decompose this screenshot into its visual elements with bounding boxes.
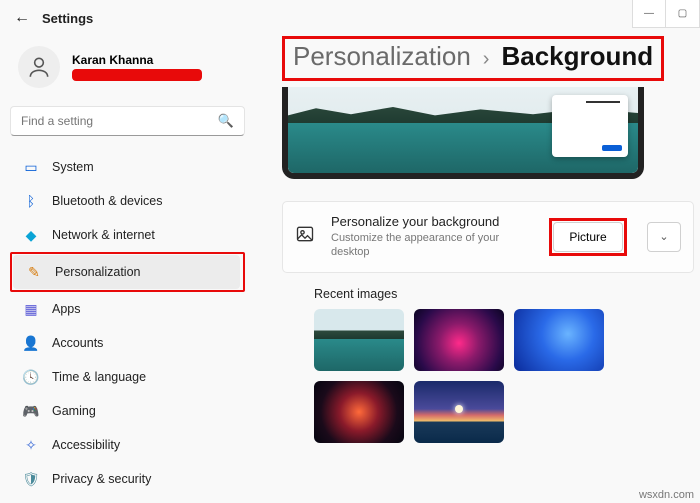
recent-image-4[interactable] [314,381,404,443]
recent-image-5[interactable] [414,381,504,443]
bluetooth-icon: ᛒ [22,192,40,210]
expand-button[interactable]: ⌄ [647,222,681,252]
search-box[interactable]: 🔍 [10,106,245,136]
search-icon: 🔍 [218,113,234,129]
brush-icon: ✎ [25,263,43,281]
nav-system[interactable]: ▭System [10,150,255,184]
user-email-redacted [72,69,202,81]
highlight-breadcrumb: Personalization › Background [282,36,664,81]
back-button[interactable]: ← [8,9,36,27]
nav-apps[interactable]: ▦Apps [10,292,255,326]
nav-privacy[interactable]: 🛡Privacy & security [10,462,255,496]
window-controls: — ▢ [632,0,700,28]
picture-icon [295,224,317,249]
setting-subtitle: Customize the appearance of your desktop [331,231,535,260]
highlight-picture: Picture [549,218,627,256]
minimize-button[interactable]: — [632,0,666,28]
recent-image-3[interactable] [514,309,604,371]
highlight-personalization: ✎Personalization [10,252,245,292]
avatar [18,46,60,88]
breadcrumb-parent[interactable]: Personalization [293,41,471,72]
shield-icon: 🛡 [22,470,40,488]
sidebar: Karan Khanna 🔍 ▭System ᛒBluetooth & devi… [0,36,255,496]
nav-gaming[interactable]: 🎮Gaming [10,394,255,428]
wifi-icon: ◆ [22,226,40,244]
globe-icon: 🕓 [22,368,40,386]
titlebar: ← Settings [0,0,700,36]
nav-bluetooth[interactable]: ᛒBluetooth & devices [10,184,255,218]
chevron-down-icon: ⌄ [659,230,668,243]
maximize-button[interactable]: ▢ [666,0,700,28]
breadcrumb: Personalization › Background [293,41,653,72]
user-name: Karan Khanna [72,53,202,67]
recent-image-1[interactable] [314,309,404,371]
chevron-right-icon: › [483,48,490,71]
search-input[interactable] [21,114,218,128]
nav-time-language[interactable]: 🕓Time & language [10,360,255,394]
breadcrumb-current: Background [501,41,653,72]
system-icon: ▭ [22,158,40,176]
nav-personalization[interactable]: ✎Personalization [13,255,240,289]
watermark: wsxdn.com [639,489,694,501]
accessibility-icon: ✧ [22,436,40,454]
nav-list: ▭System ᛒBluetooth & devices ◆Network & … [10,150,255,496]
desktop-preview [282,87,644,179]
gaming-icon: 🎮 [22,402,40,420]
main-content: Personalization › Background Personalize… [282,36,694,443]
nav-accessibility[interactable]: ✧Accessibility [10,428,255,462]
nav-accounts[interactable]: 👤Accounts [10,326,255,360]
user-account[interactable]: Karan Khanna [10,42,255,98]
recent-images-label: Recent images [314,287,694,301]
apps-icon: ▦ [22,300,40,318]
background-type-dropdown[interactable]: Picture [553,222,623,252]
accounts-icon: 👤 [22,334,40,352]
setting-text: Personalize your background Customize th… [331,214,535,260]
recent-image-2[interactable] [414,309,504,371]
setting-title: Personalize your background [331,214,535,229]
nav-network[interactable]: ◆Network & internet [10,218,255,252]
personalize-background-row[interactable]: Personalize your background Customize th… [282,201,694,273]
window-title: Settings [42,11,93,26]
recent-images-grid [314,309,694,443]
